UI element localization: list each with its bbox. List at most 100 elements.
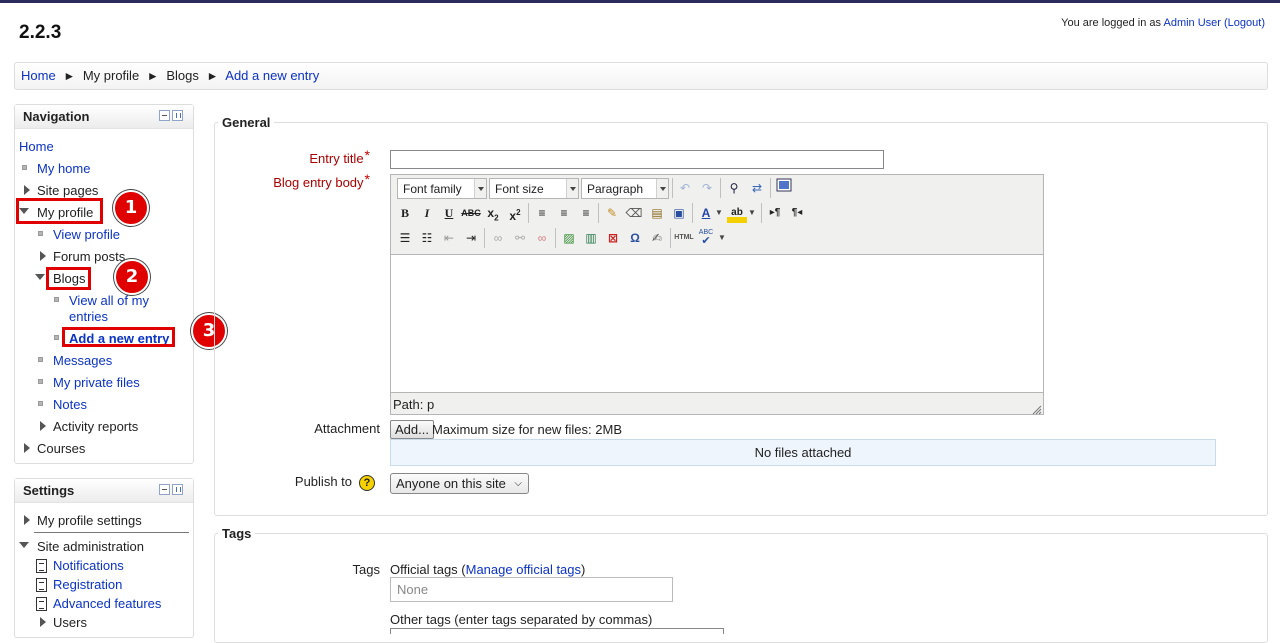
collapse-icon[interactable] bbox=[35, 274, 45, 280]
italic-icon[interactable]: I bbox=[417, 203, 437, 223]
logout-link[interactable]: (Logout) bbox=[1224, 17, 1265, 29]
expand-icon[interactable] bbox=[24, 185, 30, 195]
dock-icon[interactable] bbox=[172, 110, 183, 121]
find-icon[interactable]: ⚲ bbox=[724, 178, 744, 198]
expand-icon[interactable] bbox=[40, 421, 46, 431]
entry-title-input[interactable] bbox=[390, 150, 884, 169]
underline-icon[interactable]: U bbox=[439, 203, 459, 223]
add-file-button[interactable]: Add... bbox=[390, 420, 434, 439]
rtl-icon[interactable]: ¶◂ bbox=[787, 203, 807, 223]
toolbar-separator bbox=[761, 203, 762, 223]
align-center-icon[interactable]: ≡ bbox=[554, 203, 574, 223]
no-autolink-icon[interactable]: ⊠ bbox=[603, 228, 623, 248]
nav-messages[interactable]: Messages bbox=[53, 353, 112, 369]
indent-icon[interactable]: ⇥ bbox=[461, 228, 481, 248]
replace-icon[interactable]: ⇄ bbox=[747, 178, 767, 198]
breadcrumb-blogs[interactable]: Blogs bbox=[166, 68, 199, 83]
ltr-icon[interactable]: ▸¶ bbox=[765, 203, 785, 223]
cleanup-icon[interactable]: ✎ bbox=[602, 203, 622, 223]
expand-icon[interactable] bbox=[24, 515, 30, 525]
anchor-icon[interactable]: ∞ bbox=[532, 228, 552, 248]
expand-icon[interactable] bbox=[24, 443, 30, 453]
toolbar-separator bbox=[528, 203, 529, 223]
minimize-icon[interactable] bbox=[159, 484, 170, 495]
nav-activity-reports[interactable]: Activity reports bbox=[53, 419, 138, 435]
manage-official-tags-link[interactable]: Manage official tags bbox=[466, 562, 581, 577]
no-files-area[interactable]: No files attached bbox=[390, 439, 1216, 466]
text-color-icon[interactable]: A bbox=[696, 203, 716, 223]
unlink-icon[interactable]: ⚯ bbox=[510, 228, 530, 248]
breadcrumb-home[interactable]: Home bbox=[21, 68, 56, 83]
toolbar-separator bbox=[770, 178, 771, 198]
divider bbox=[34, 532, 189, 533]
remove-format-icon[interactable]: ⌫ bbox=[624, 203, 644, 223]
redo-icon[interactable]: ↷ bbox=[697, 178, 717, 198]
help-icon[interactable]: ? bbox=[359, 475, 375, 491]
user-link[interactable]: Admin User bbox=[1163, 17, 1220, 29]
spellcheck-icon[interactable]: ABC ✔ bbox=[696, 228, 716, 248]
settings-registration[interactable]: Registration bbox=[53, 577, 122, 593]
nav-private-files[interactable]: My private files bbox=[53, 375, 140, 391]
publish-to-select[interactable]: Anyone on this site ⌵ bbox=[390, 473, 529, 494]
nav-notes[interactable]: Notes bbox=[53, 397, 87, 413]
paste-text-icon[interactable]: ▤ bbox=[647, 203, 667, 223]
outdent-icon[interactable]: ⇤ bbox=[439, 228, 459, 248]
bold-icon[interactable]: B bbox=[395, 203, 415, 223]
settings-my-profile[interactable]: My profile settings bbox=[37, 513, 142, 529]
other-tags-input[interactable] bbox=[390, 628, 724, 634]
rich-text-editor: Font family Font size Paragraph ↶ ↷ ⚲ ⇄ … bbox=[390, 174, 1044, 415]
official-tags-list[interactable]: None bbox=[390, 577, 673, 602]
subscript-icon[interactable]: x2 bbox=[483, 203, 503, 223]
font-size-select[interactable]: Font size bbox=[489, 178, 579, 199]
numbered-list-icon[interactable]: ☷ bbox=[417, 228, 437, 248]
breadcrumb: Home ► My profile ► Blogs ► Add a new en… bbox=[14, 62, 1268, 90]
special-char-icon[interactable]: Ω bbox=[625, 228, 645, 248]
chevron-down-icon[interactable]: ▼ bbox=[717, 228, 727, 248]
html-icon[interactable]: HTML bbox=[674, 228, 694, 248]
nav-site-pages[interactable]: Site pages bbox=[37, 183, 98, 199]
nav-courses[interactable]: Courses bbox=[37, 441, 85, 457]
nav-forum-posts[interactable]: Forum posts bbox=[53, 249, 125, 265]
minimize-icon[interactable] bbox=[159, 110, 170, 121]
resize-handle-icon[interactable] bbox=[1032, 403, 1042, 415]
blog-body-label-text: Blog entry body bbox=[273, 175, 364, 190]
navigation-block-header: Navigation bbox=[15, 105, 193, 129]
nav-my-home[interactable]: My home bbox=[37, 161, 90, 177]
nav-view-all-entries-line2[interactable]: entries bbox=[69, 309, 108, 325]
link-icon[interactable]: ∞ bbox=[488, 228, 508, 248]
bullet-list-icon[interactable]: ☰ bbox=[395, 228, 415, 248]
editor-content-area[interactable] bbox=[391, 254, 1043, 393]
settings-advanced-features[interactable]: Advanced features bbox=[53, 596, 161, 612]
paste-word-icon[interactable]: ▣ bbox=[669, 203, 689, 223]
settings-users[interactable]: Users bbox=[53, 615, 87, 631]
expand-icon[interactable] bbox=[40, 617, 46, 627]
format-select[interactable]: Paragraph bbox=[581, 178, 669, 199]
publish-to-label: Publish to bbox=[294, 474, 352, 489]
settings-notifications[interactable]: Notifications bbox=[53, 558, 124, 574]
breadcrumb-my-profile[interactable]: My profile bbox=[83, 68, 139, 83]
strikethrough-icon[interactable]: ABC bbox=[461, 203, 481, 223]
nav-view-profile[interactable]: View profile bbox=[53, 227, 120, 243]
chevron-down-icon[interactable]: ▼ bbox=[747, 203, 757, 223]
media-icon[interactable]: ▥ bbox=[581, 228, 601, 248]
max-size-text: Maximum size for new files: 2MB bbox=[432, 422, 622, 437]
superscript-icon[interactable]: x2 bbox=[505, 203, 525, 223]
fullscreen-icon[interactable] bbox=[774, 178, 794, 198]
collapse-icon[interactable] bbox=[19, 542, 29, 548]
highlight-color-icon[interactable]: ab bbox=[727, 203, 747, 223]
chevron-down-icon[interactable]: ▼ bbox=[714, 203, 724, 223]
breadcrumb-add-entry[interactable]: Add a new entry bbox=[225, 68, 319, 83]
image-icon[interactable]: ▨ bbox=[559, 228, 579, 248]
undo-icon[interactable]: ↶ bbox=[675, 178, 695, 198]
edit-icon[interactable]: ✍ bbox=[647, 228, 667, 248]
font-family-select[interactable]: Font family bbox=[397, 178, 487, 199]
nav-view-all-entries-line1[interactable]: View all of my bbox=[69, 293, 149, 309]
settings-site-admin[interactable]: Site administration bbox=[37, 539, 144, 555]
align-left-icon[interactable]: ≡ bbox=[532, 203, 552, 223]
align-right-icon[interactable]: ≡ bbox=[576, 203, 596, 223]
expand-icon[interactable] bbox=[40, 251, 46, 261]
nav-home[interactable]: Home bbox=[19, 139, 54, 155]
dock-icon[interactable] bbox=[172, 484, 183, 495]
bullet-icon bbox=[38, 231, 43, 236]
toolbar-separator bbox=[555, 228, 556, 248]
